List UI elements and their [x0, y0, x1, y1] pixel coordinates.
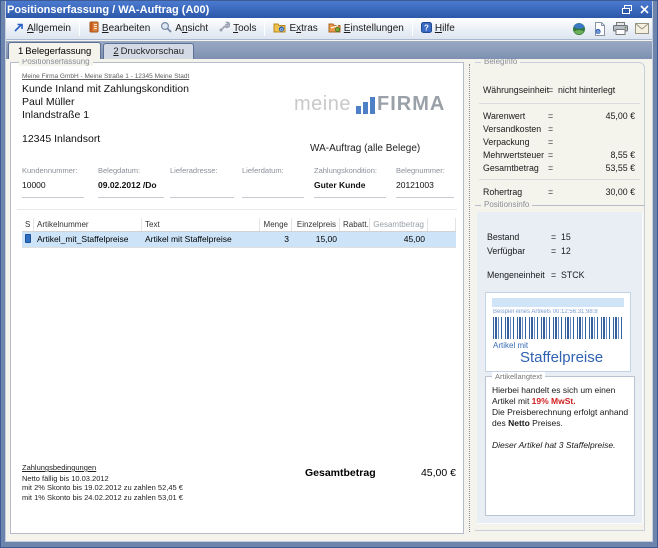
positionsinfo-row-verfuegbar: Verfügbar = 12	[477, 246, 642, 259]
beleginfo-row-warenwert: Warenwert = 45,00 €	[475, 111, 644, 124]
article-image: Beispiel eines Artikels 00:12:56:31:98:8…	[485, 292, 631, 372]
langtext-line1: Hierbei handelt es sich um einen Artikel…	[492, 385, 630, 407]
menu-einstellungen[interactable]: Einstellungen	[323, 20, 409, 38]
beleginfo-row-waehrungseinheit: Währungseinheit = nicht hinterlegt	[475, 85, 644, 98]
beleginfo-row-rohertrag: Rohertrag = 30,00 €	[475, 187, 644, 200]
folder-settings-icon	[328, 22, 341, 36]
field-belegnummer[interactable]: Belegnummer: 20121003	[396, 166, 454, 198]
field-kundennummer[interactable]: Kundennummer: 10000	[22, 166, 84, 198]
wrench-icon	[218, 21, 230, 36]
total-label: Gesamtbetrag	[305, 467, 376, 479]
help-icon: ?	[421, 22, 432, 36]
total-value: 45,00 €	[421, 467, 456, 479]
recipient-address: Kunde Inland mit Zahlungskondition Paul …	[22, 83, 189, 146]
field-belegdatum[interactable]: Belegdatum: 09.02.2012 /Do	[98, 166, 164, 198]
beleginfo-row-versandkosten: Versandkosten =	[475, 124, 644, 137]
article-image-header-strip	[492, 298, 624, 307]
fields-divider	[17, 209, 457, 210]
notebook-icon	[88, 21, 99, 36]
magnifier-icon	[160, 21, 172, 36]
tab-belegerfassung[interactable]: 1 Belegerfassung	[8, 42, 101, 59]
group-label-positionsinfo: Positionsinfo	[481, 200, 532, 209]
beleginfo-row-gesamtbetrag: Gesamtbetrag = 53,55 €	[475, 163, 644, 176]
positionsinfo-row-mengeneinheit: Mengeneinheit = STCK	[477, 270, 642, 283]
menu-hilfe[interactable]: ? Hilfe	[416, 20, 460, 38]
toolbar-separator	[412, 21, 413, 36]
article-image-caption: Beispiel eines Artikels 00:12:56:31:98:8	[493, 309, 626, 315]
menu-bar: Allgemein Bearbeiten Ansicht Tools o Ext…	[2, 18, 656, 40]
artikellangtext-label: Artikellangtext	[492, 372, 545, 381]
toolbar-separator	[264, 21, 265, 36]
position-status-icon	[25, 234, 31, 243]
menu-ansicht[interactable]: Ansicht	[155, 19, 213, 38]
tab-druckvorschau[interactable]: 2 Druckvorschau	[103, 43, 194, 59]
positionserfassung-group: Positionserfassung Meine Firma GmbH - Me…	[10, 62, 464, 534]
folder-info-icon: o	[273, 22, 286, 36]
menu-bearbeiten[interactable]: Bearbeiten	[83, 19, 155, 38]
restore-icon[interactable]	[620, 4, 634, 16]
barcode-icon	[493, 317, 622, 339]
svg-text:?: ?	[424, 23, 429, 32]
toolbar-separator	[79, 21, 80, 36]
content-area: Positionserfassung Meine Firma GmbH - Me…	[6, 59, 654, 544]
mail-icon[interactable]	[633, 21, 650, 37]
beleginfo-row-verpackung: Verpackung =	[475, 137, 644, 150]
svg-text:o: o	[281, 27, 284, 33]
table-row[interactable]: Artikel_mit_Staffelpreise Artikel mit St…	[22, 232, 456, 248]
arrow-up-right-icon	[13, 22, 24, 36]
field-lieferadresse[interactable]: Lieferadresse:	[170, 166, 234, 198]
positions-table: S Artikelnummer Text Menge Einzelpreis R…	[22, 218, 456, 248]
window-title: Positionserfassung / WA-Auftrag (A00)	[7, 4, 617, 16]
panel-splitter[interactable]	[469, 64, 470, 532]
artikellangtext-box[interactable]: Artikellangtext Hierbei handelt es sich …	[485, 376, 635, 516]
langtext-line3: Dieser Artikel hat 3 Staffelpreise.	[492, 440, 630, 451]
table-header-row: S Artikelnummer Text Menge Einzelpreis R…	[22, 218, 456, 232]
svg-text:o: o	[596, 29, 599, 35]
sender-line: Meine Firma GmbH - Meine Straße 1 - 1234…	[22, 73, 189, 80]
positionsinfo-panel: Bestand = 15 Verfügbar = 12 Mengeneinhei…	[477, 212, 643, 524]
langtext-line2: Die Preisberechnung erfolgt anhand des N…	[492, 407, 630, 429]
menu-tools[interactable]: Tools	[213, 19, 261, 38]
logo-bars-icon	[354, 97, 375, 114]
field-lieferdatum[interactable]: Lieferdatum:	[242, 166, 304, 198]
payment-terms: Zahlungsbedingungen Netto fällig bis 10.…	[22, 463, 183, 502]
positionsinfo-divider: Positionsinfo	[475, 205, 645, 206]
document-type: WA-Auftrag (alle Belege)	[310, 143, 420, 154]
menu-extras[interactable]: o Extras	[268, 20, 322, 38]
globe-icon[interactable]	[570, 21, 587, 37]
app-window: Positionserfassung / WA-Auftrag (A00) Al…	[0, 0, 658, 548]
company-logo: meine FIRMA	[294, 93, 445, 116]
document-info-icon[interactable]: o	[591, 21, 608, 37]
tab-strip: 1 Belegerfassung 2 Druckvorschau	[2, 41, 656, 59]
positionsinfo-row-bestand: Bestand = 15	[477, 232, 642, 245]
menu-allgemein[interactable]: Allgemein	[8, 20, 76, 38]
printer-icon[interactable]	[612, 21, 629, 37]
field-zahlungskondition[interactable]: Zahlungskondition: Guter Kunde	[314, 166, 386, 198]
beleginfo-row-mehrwertsteuer: Mehrwertsteuer = 8,55 €	[475, 150, 644, 163]
titlebar: Positionserfassung / WA-Auftrag (A00)	[1, 1, 657, 18]
close-icon[interactable]	[637, 4, 651, 16]
